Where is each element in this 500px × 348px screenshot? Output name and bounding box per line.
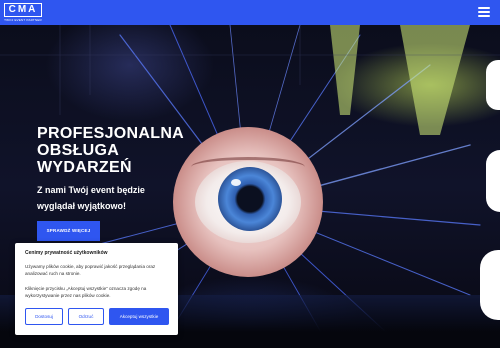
cookie-title: Cenimy prywatność użytkowników — [25, 250, 108, 256]
reject-button[interactable]: Odrzuć — [68, 308, 104, 325]
hamburger-bar — [478, 15, 490, 17]
hero-title-line: PROFESJONALNA — [37, 125, 185, 142]
logo-text: CMA — [4, 3, 42, 17]
hero-subtitle: Z nami Twój event będzie wyglądał wyjątk… — [37, 185, 145, 211]
hamburger-bar — [478, 11, 490, 13]
decorative-brand-letter-shape — [486, 60, 500, 110]
logo[interactable]: CMA TWOJ EVENT PARTNER — [4, 3, 42, 22]
decorative-brand-letter-shape — [480, 250, 500, 320]
page: CMA TWOJ EVENT PARTNER PROFESJONALNA OBS… — [0, 0, 500, 348]
hamburger-menu-icon[interactable] — [478, 7, 490, 17]
cookie-consent-banner: Cenimy prywatność użytkowników Używamy p… — [15, 243, 178, 335]
cookie-paragraph: Używamy plików cookie, aby poprawić jako… — [25, 264, 156, 276]
eye-highlight-shape — [231, 179, 241, 186]
hero-title-line: WYDARZEŃ — [37, 159, 132, 176]
accept-all-button[interactable]: Akceptuj wszystkie — [109, 308, 169, 325]
hamburger-bar — [478, 7, 490, 9]
hero-title: PROFESJONALNA OBSŁUGA WYDARZEŃ — [37, 125, 197, 176]
decorative-brand-letter-shape — [486, 150, 500, 212]
logo-tagline: TWOJ EVENT PARTNER — [4, 18, 42, 22]
hero-title-line: OBSŁUGA — [37, 142, 120, 159]
site-header: CMA TWOJ EVENT PARTNER — [0, 0, 500, 25]
customize-button[interactable]: Dostosuj — [25, 308, 63, 325]
cta-button[interactable]: SPRAWDŹ WIĘCEJ — [37, 221, 100, 241]
eye-lid-shape — [191, 157, 305, 177]
cookie-paragraph: Kliknięcie przycisku „Akceptuj wszystkie… — [25, 286, 147, 298]
